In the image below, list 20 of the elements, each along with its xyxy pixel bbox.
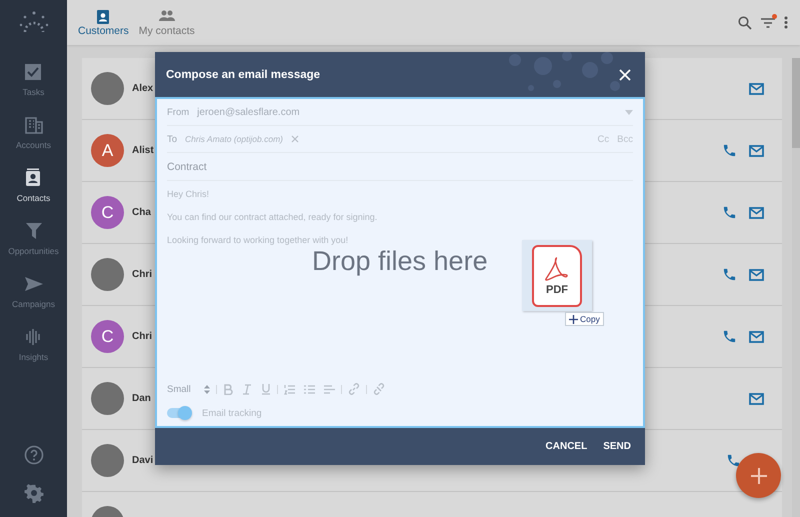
message-paragraph: Hey Chris! <box>167 189 210 199</box>
avatar: A <box>91 134 124 167</box>
contact-name: Chri <box>132 269 152 280</box>
contact-name: Cha <box>132 207 151 218</box>
contact-name: Davi <box>132 455 154 466</box>
avatar: C <box>91 196 124 229</box>
message-paragraph: Looking forward to working together with you! <box>167 235 350 245</box>
drop-hint: Drop files here <box>312 246 488 277</box>
contact-name: Chri <box>132 331 152 342</box>
contact-name: Alex <box>132 83 154 94</box>
from-label: From <box>167 106 190 118</box>
to-label: To <box>167 134 178 144</box>
avatar: C <box>91 320 124 353</box>
contact-name: Dan <box>132 393 151 404</box>
pdf-file-icon: PDF <box>522 240 592 311</box>
message-paragraph: You can find our contract attached, ready for signing. <box>167 212 378 222</box>
tracking-label: Email tracking <box>202 408 262 418</box>
contact-name: Alist <box>132 145 154 156</box>
dialog-title: Compose an email message <box>166 68 320 80</box>
copy-tooltip: Copy <box>565 312 604 326</box>
